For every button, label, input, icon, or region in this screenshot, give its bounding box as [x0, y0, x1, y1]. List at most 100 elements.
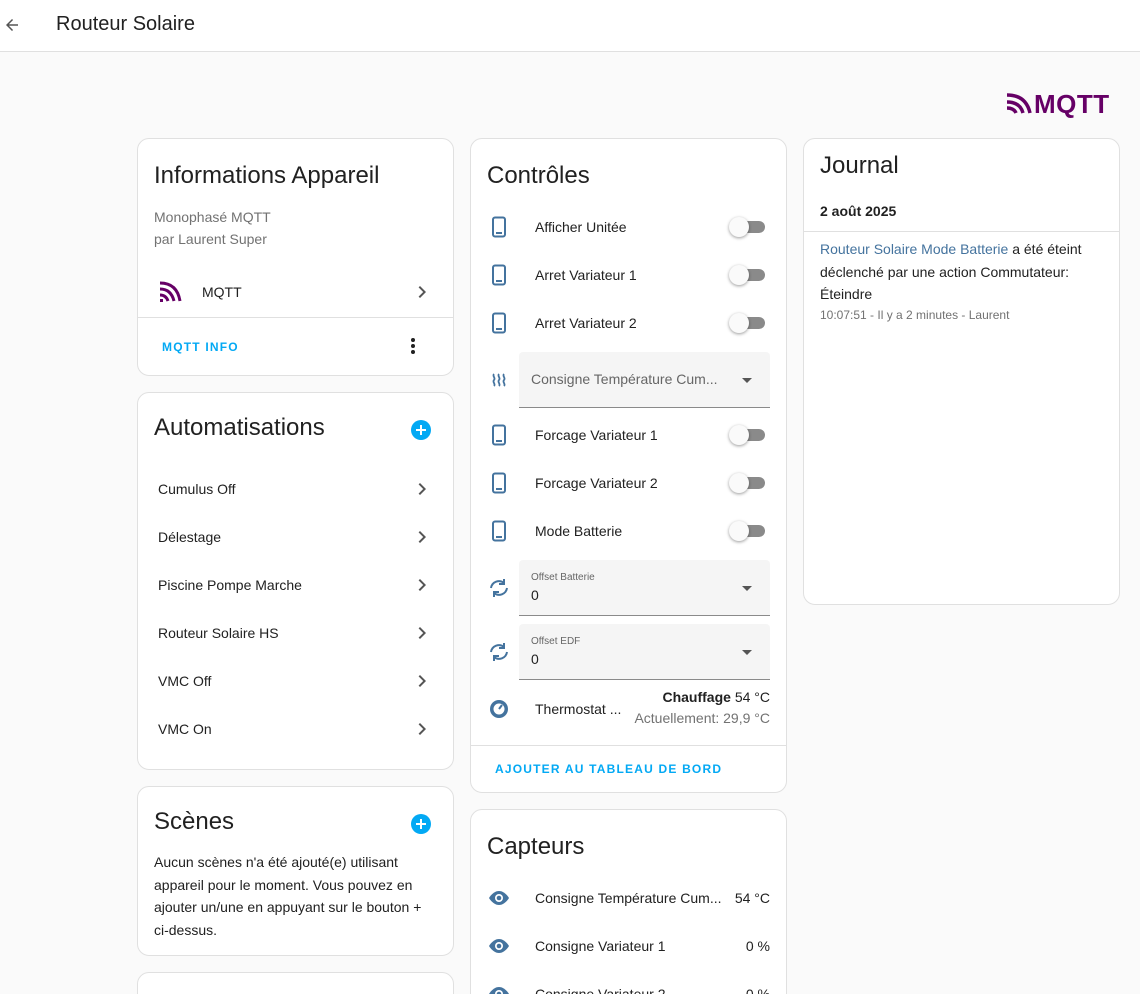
eye-icon — [487, 982, 511, 994]
mqtt-waves-icon — [1006, 93, 1032, 114]
chevron-right-icon — [410, 525, 434, 549]
toggle-switch[interactable] — [729, 424, 765, 445]
controls-card: Contrôles Afficher Unitée Arret Variateu… — [470, 138, 787, 793]
refresh-arrows-icon — [487, 576, 511, 600]
cellphone-icon — [487, 263, 511, 287]
divider — [804, 231, 1119, 232]
scenes-title: Scènes — [154, 808, 235, 835]
sensors-card: Capteurs Consigne Température Cum... 54 … — [470, 809, 787, 994]
automation-label: Cumulus Off — [158, 481, 236, 497]
toggle-knob — [729, 425, 749, 445]
add-automation-button[interactable] — [411, 420, 431, 440]
sensor-value: 0 % — [745, 986, 770, 994]
select-value: 0 — [531, 651, 539, 667]
switch-label: Afficher Unitée — [535, 219, 627, 235]
offset-batterie-select[interactable]: Offset Batterie 0 — [519, 560, 770, 616]
toggle-switch[interactable] — [729, 312, 765, 333]
refresh-arrows-icon — [487, 640, 511, 664]
switch-label: Mode Batterie — [535, 523, 623, 539]
automation-item[interactable]: Piscine Pompe Marche — [138, 561, 453, 609]
consigne-temperature-select[interactable]: Consigne Température Cum... — [519, 352, 770, 408]
plus-icon — [416, 819, 426, 829]
logbook-date: 2 août 2025 — [820, 203, 897, 219]
thermostat-current: Actuellement: 29,9 °C — [634, 710, 770, 726]
automation-item[interactable]: Cumulus Off — [138, 465, 453, 513]
switch-label: Forcage Variateur 1 — [535, 427, 658, 443]
thermostat-target: 54 °C — [734, 689, 770, 705]
device-model: Monophasé MQTT — [154, 209, 271, 225]
thermostat-row[interactable]: Thermostat ... Chauffage 54 °C Actuellem… — [471, 685, 786, 733]
toggle-knob — [729, 265, 749, 285]
sensor-row[interactable]: Consigne Variateur 2 0 % — [471, 970, 786, 994]
thermostat-label: Thermostat ... — [535, 701, 622, 717]
toggle-switch[interactable] — [729, 216, 765, 237]
top-app-bar: Routeur Solaire — [0, 0, 1140, 52]
chevron-right-icon — [410, 280, 434, 304]
eye-icon — [487, 934, 511, 958]
cellphone-icon — [487, 423, 511, 447]
switch-row: Mode Batterie — [471, 507, 786, 555]
mqtt-info-button[interactable]: MQTT INFO — [162, 340, 239, 354]
back-arrow-icon[interactable] — [0, 13, 24, 37]
logbook-entity-link[interactable]: Routeur Solaire Mode Batterie — [820, 241, 1008, 257]
radiator-icon — [487, 368, 511, 392]
switch-row: Arret Variateur 1 — [471, 251, 786, 299]
divider — [138, 317, 453, 318]
automation-item[interactable]: Routeur Solaire HS — [138, 609, 453, 657]
chevron-right-icon — [410, 573, 434, 597]
mqtt-logo-text: MQTT — [1034, 89, 1110, 119]
automation-item[interactable]: VMC On — [138, 705, 453, 753]
switch-row: Forcage Variateur 2 — [471, 459, 786, 507]
sensor-value: 54 °C — [734, 890, 770, 906]
plus-icon — [416, 425, 426, 435]
automation-item[interactable]: Délestage — [138, 513, 453, 561]
automation-label: Piscine Pompe Marche — [158, 577, 302, 593]
logbook-title: Journal — [820, 152, 899, 179]
automations-title: Automatisations — [154, 414, 325, 441]
offset-edf-select[interactable]: Offset EDF 0 — [519, 624, 770, 680]
sensor-row[interactable]: Consigne Variateur 1 0 % — [471, 922, 786, 970]
automation-item[interactable]: VMC Off — [138, 657, 453, 705]
page-title: Routeur Solaire — [56, 13, 195, 35]
toggle-switch[interactable] — [729, 520, 765, 541]
more-vertical-icon[interactable] — [401, 334, 425, 358]
scenes-empty-text: Aucun scènes n'a été ajouté(e) utilisant… — [154, 854, 422, 938]
sensor-label: Consigne Variateur 2 — [535, 986, 666, 994]
toggle-knob — [729, 217, 749, 237]
toggle-knob — [729, 473, 749, 493]
chevron-right-icon — [410, 621, 434, 645]
eye-icon — [487, 886, 511, 910]
thermostat-state: Chauffage 54 °C — [662, 689, 770, 705]
thermostat-mode: Chauffage — [662, 689, 731, 705]
toggle-switch[interactable] — [729, 264, 765, 285]
chevron-right-icon — [410, 669, 434, 693]
switch-row: Afficher Unitée — [471, 203, 786, 251]
mqtt-logo: MQTT — [1006, 90, 1110, 118]
add-to-dashboard-button[interactable]: AJOUTER AU TABLEAU DE BORD — [495, 762, 722, 776]
switch-row: Arret Variateur 2 — [471, 299, 786, 347]
automation-label: VMC On — [158, 721, 212, 737]
cellphone-icon — [487, 519, 511, 543]
toggle-switch[interactable] — [729, 472, 765, 493]
divider — [471, 745, 786, 746]
logbook-card: Journal 2 août 2025 Routeur Solaire Mode… — [803, 138, 1120, 605]
integration-label: MQTT — [202, 284, 242, 300]
sensor-row[interactable]: Consigne Température Cum... 54 °C — [471, 874, 786, 922]
automation-label: Délestage — [158, 529, 222, 545]
switch-label: Arret Variateur 2 — [535, 315, 637, 331]
cellphone-icon — [487, 311, 511, 335]
add-scene-button[interactable] — [411, 814, 431, 834]
dropdown-caret-icon — [742, 649, 752, 655]
dropdown-caret-icon — [742, 377, 752, 383]
select-value: 0 — [531, 587, 539, 603]
dropdown-caret-icon — [742, 585, 752, 591]
toggle-knob — [729, 313, 749, 333]
toggle-knob — [729, 521, 749, 541]
sensor-value: 0 % — [745, 938, 770, 954]
integration-row-mqtt[interactable]: MQTT — [138, 268, 453, 316]
sensor-label: Consigne Variateur 1 — [535, 938, 666, 954]
device-info-title: Informations Appareil — [154, 162, 380, 189]
device-manufacturer: par Laurent Super — [154, 231, 267, 247]
automations-card: Automatisations Cumulus Off Délestage Pi… — [137, 392, 454, 770]
logbook-entry: Routeur Solaire Mode Batterie a été étei… — [820, 238, 1090, 306]
